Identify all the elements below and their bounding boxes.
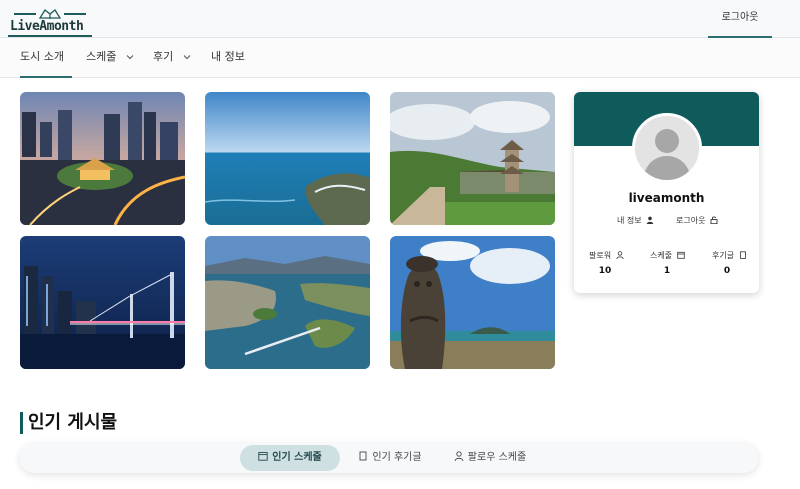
profile-logout-link[interactable]: 로그아웃 [676,215,718,226]
popular-tabs: 인기 스케줄 인기 후기글 팔로우 스케줄 [20,443,758,473]
chevron-down-icon [183,55,191,60]
city-tile-busan[interactable] [20,236,185,369]
popular-section-title: 인기 게시물 [20,412,117,434]
brand-name: LiveAmonth [10,19,84,34]
stat-label: 스케줄 [650,251,673,260]
yeosu-bay-image [205,236,370,369]
document-icon [359,451,367,461]
stat-schedules-label: 스케줄 [650,250,685,261]
nav-label: 후기 [153,50,174,63]
tab-label: 팔로우 스케줄 [467,452,527,463]
person-icon [646,216,654,224]
calendar-icon [258,452,268,461]
profile-card: liveamonth 내 정보 로그아웃 팔로워 10 스케줄 1 후기글 0 [574,92,759,293]
stat-followers-label: 팔로워 [589,250,624,261]
nav-review[interactable]: 후기 [153,38,191,78]
nav-label: 스케줄 [86,50,117,63]
user-avatar-icon [635,116,699,180]
top-bar: LiveAmonth 로그아웃 [0,0,800,38]
tab-label: 인기 후기글 [372,452,422,463]
city-tile-coast[interactable] [205,92,370,225]
city-tile-jeju[interactable] [390,236,555,369]
nav-schedule[interactable]: 스케줄 [86,38,134,78]
logout-label: 로그아웃 [676,216,706,225]
avatar [632,113,702,183]
tab-label: 인기 스케줄 [272,452,322,463]
logo-underline [8,35,92,37]
tab-follow-schedule[interactable]: 팔로우 스케줄 [448,445,532,471]
person-icon [616,251,624,260]
stat-reviews-label: 후기글 [712,250,747,261]
document-icon [739,251,746,259]
profile-username: liveamonth [628,191,705,205]
calendar-icon [676,251,685,259]
person-icon [454,451,464,461]
city-tile-temple[interactable] [390,92,555,225]
header-logout-link[interactable]: 로그아웃 [708,0,772,38]
main-nav: 도시 소개 스케줄 후기 내 정보 [0,38,800,78]
tab-popular-reviews[interactable]: 인기 후기글 [350,445,430,471]
stat-label: 후기글 [712,251,735,260]
nav-my-info[interactable]: 내 정보 [211,38,245,78]
brand-logo[interactable]: LiveAmonth [8,2,92,37]
jeju-statue-image [390,236,555,369]
city-tile-seoul[interactable] [20,92,185,225]
city-tile-yeosu[interactable] [205,236,370,369]
chevron-down-icon [126,55,134,60]
my-info-label: 내 정보 [617,216,642,225]
profile-my-info-link[interactable]: 내 정보 [617,215,654,226]
busan-bridge-image [20,236,185,369]
stat-reviews-value[interactable]: 0 [712,266,742,276]
stat-schedules-value[interactable]: 1 [652,266,682,276]
coastal-sea-image [205,92,370,225]
nav-label: 내 정보 [211,50,245,63]
tab-popular-schedule[interactable]: 인기 스케줄 [240,445,340,471]
nav-label: 도시 소개 [20,50,64,63]
temple-pagoda-image [390,92,555,225]
stat-label: 팔로워 [589,251,612,260]
nav-city-intro[interactable]: 도시 소개 [20,38,72,78]
seoul-night-image [20,92,185,225]
unlock-icon [710,216,718,225]
stat-followers-value[interactable]: 10 [590,266,620,276]
